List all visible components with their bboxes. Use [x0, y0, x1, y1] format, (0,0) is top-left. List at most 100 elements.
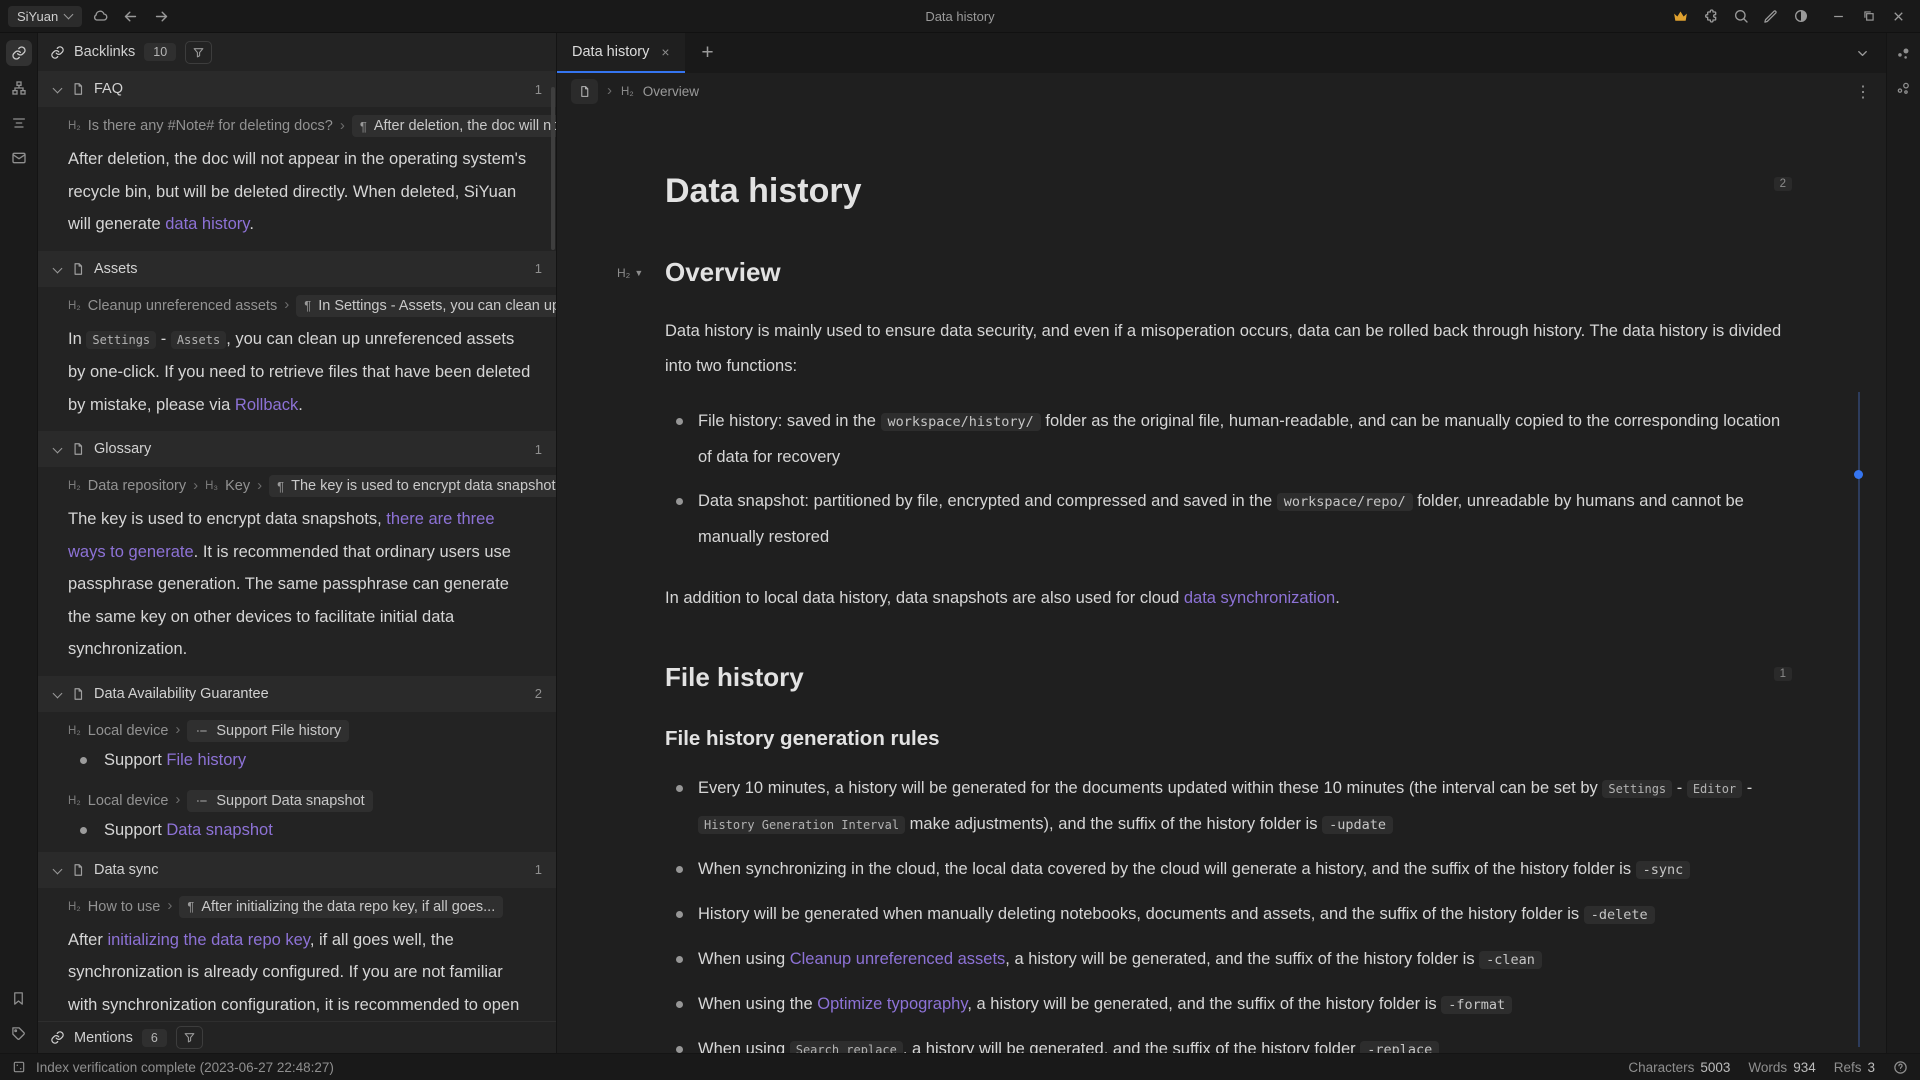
- breadcrumb-text[interactable]: Overview: [643, 84, 699, 99]
- membership-crown-icon[interactable]: [1667, 4, 1694, 28]
- ref-link[interactable]: data history: [165, 215, 249, 233]
- tab-bar: Data history × +: [557, 33, 1886, 73]
- ref-link[interactable]: Data snapshot: [166, 821, 272, 839]
- doc-paragraph[interactable]: Data history is mainly used to ensure da…: [665, 314, 1792, 384]
- doc-list-item[interactable]: When using Cleanup unreferenced assets, …: [665, 942, 1792, 978]
- breadcrumb-chip[interactable]: ¶After deletion, the doc will not appear: [352, 115, 556, 137]
- ref-link[interactable]: Optimize typography: [817, 995, 967, 1013]
- doc-paragraph[interactable]: In addition to local data history, data …: [665, 581, 1792, 616]
- breadcrumb-chip[interactable]: ¶In Settings - Assets, you can clean up …: [296, 295, 556, 317]
- new-tab-button[interactable]: +: [685, 33, 731, 73]
- outline-dock-icon[interactable]: [6, 110, 32, 136]
- ref-count-badge[interactable]: 1: [1774, 667, 1792, 681]
- ref-link[interactable]: initializing the data repo key: [107, 931, 309, 949]
- backlink-excerpt[interactable]: The key is used to encrypt data snapshot…: [38, 499, 556, 676]
- global-graph-dock-icon[interactable]: [1891, 75, 1917, 101]
- document-scroll-area[interactable]: Data history2 OverviewH₂▼ Data history is …: [557, 110, 1886, 1053]
- text-run: When using: [698, 1040, 790, 1053]
- tag-dock-icon[interactable]: [6, 1020, 32, 1046]
- collapse-triangle-icon[interactable]: ▼: [634, 268, 643, 278]
- breadcrumb-chip[interactable]: ¶The key is used to encrypt data snapsho…: [269, 475, 556, 497]
- tab-data-history[interactable]: Data history ×: [557, 33, 685, 73]
- backlink-doc-header[interactable]: Data sync1: [38, 852, 556, 888]
- backlink-excerpt-list-item[interactable]: Support Data snapshot: [38, 814, 556, 852]
- search-icon[interactable]: [1727, 4, 1754, 28]
- breadcrumb-chip[interactable]: Support File history: [187, 720, 349, 742]
- edit-mode-icon[interactable]: [1757, 4, 1784, 28]
- theme-appearance-icon[interactable]: [1787, 4, 1814, 28]
- doc-list-item[interactable]: File history: saved in the workspace/his…: [665, 404, 1792, 475]
- back-button[interactable]: [117, 4, 144, 28]
- panel-scrollbar-thumb[interactable]: [551, 87, 555, 250]
- help-icon[interactable]: [1893, 1060, 1908, 1075]
- cloud-sync-icon[interactable]: [86, 4, 113, 28]
- ref-link[interactable]: Rollback: [235, 396, 298, 414]
- ref-count-badge[interactable]: 2: [1774, 177, 1792, 191]
- status-counter-value: 3: [1867, 1060, 1875, 1075]
- ref-link[interactable]: File history: [166, 751, 246, 769]
- breadcrumb-chip[interactable]: ¶After initializing the data repo key, i…: [179, 896, 503, 918]
- breadcrumb-chip-text: Support File history: [216, 723, 341, 739]
- right-dock: [1886, 33, 1920, 1053]
- filter-button[interactable]: [185, 41, 212, 64]
- doc-title[interactable]: Data history2: [665, 172, 1792, 211]
- backlink-doc-header[interactable]: Assets1: [38, 251, 556, 287]
- backlink-excerpt[interactable]: After initializing the data repo key, if…: [38, 920, 556, 1022]
- close-button[interactable]: [1885, 4, 1912, 28]
- app-menu-button[interactable]: SiYuan: [8, 6, 82, 27]
- document-icon[interactable]: [571, 79, 598, 104]
- inbox-dock-icon[interactable]: [6, 145, 32, 171]
- backlink-breadcrumb[interactable]: H₂Is there any #Note# for deleting docs?…: [38, 107, 556, 139]
- chevron-down-icon[interactable]: [52, 865, 62, 875]
- tab-close-icon[interactable]: ×: [661, 44, 669, 60]
- bookmark-dock-icon[interactable]: [6, 985, 32, 1011]
- graph-dock-icon[interactable]: [6, 75, 32, 101]
- doc-list-item[interactable]: When using the Optimize typography, a hi…: [665, 987, 1792, 1023]
- doc-heading[interactable]: File history1: [665, 662, 1792, 693]
- backlink-doc-header[interactable]: Glossary1: [38, 431, 556, 467]
- ref-link[interactable]: Cleanup unreferenced assets: [790, 950, 1006, 968]
- text-run: History will be generated when manually …: [698, 905, 1584, 923]
- more-menu-icon[interactable]: ⋮: [1855, 82, 1872, 102]
- mentions-bar[interactable]: Mentions 6: [38, 1021, 556, 1053]
- chevron-down-icon[interactable]: [52, 444, 62, 454]
- backlink-breadcrumb[interactable]: H₂Data repository›H₃Key›¶The key is used…: [38, 467, 556, 499]
- doc-list-item[interactable]: Data snapshot: partitioned by file, encr…: [665, 484, 1792, 555]
- ref-link[interactable]: data synchronization: [1184, 589, 1335, 607]
- tab-list-chevron-icon[interactable]: [1838, 33, 1886, 73]
- status-counter-label: Refs: [1834, 1060, 1862, 1075]
- text-run: .: [249, 215, 254, 233]
- backlink-excerpt[interactable]: After deletion, the doc will not appear …: [38, 139, 556, 251]
- heading-gutter[interactable]: H₂▼: [617, 266, 643, 280]
- doc-subheading[interactable]: File history generation rules: [665, 727, 1792, 751]
- backlink-breadcrumb[interactable]: H₂How to use›¶After initializing the dat…: [38, 888, 556, 920]
- doc-list-item[interactable]: When using Search replace, a history wil…: [665, 1032, 1792, 1053]
- chevron-down-icon[interactable]: [52, 264, 62, 274]
- forward-button[interactable]: [148, 4, 175, 28]
- maximize-restore-button[interactable]: [1855, 4, 1882, 28]
- status-counter-value: 5003: [1700, 1060, 1730, 1075]
- backlink-doc-header[interactable]: FAQ1: [38, 71, 556, 107]
- chevron-down-icon[interactable]: [52, 84, 62, 94]
- backlink-doc-title: Assets: [94, 261, 138, 277]
- doc-list-item[interactable]: History will be generated when manually …: [665, 897, 1792, 933]
- doc-list-item[interactable]: When synchronizing in the cloud, the loc…: [665, 852, 1792, 888]
- backlink-doc-header[interactable]: Data Availability Guarantee2: [38, 676, 556, 712]
- backlink-breadcrumb[interactable]: H₂Local device›Support File history: [38, 712, 556, 744]
- backlink-breadcrumb[interactable]: H₂Local device›Support Data snapshot: [38, 782, 556, 814]
- mentions-filter-button[interactable]: [176, 1026, 203, 1049]
- graph-view-dock-icon[interactable]: [1891, 40, 1917, 66]
- doc-heading[interactable]: OverviewH₂▼: [665, 257, 1792, 288]
- scroll-indicator-dot[interactable]: [1854, 470, 1863, 479]
- backlinks-dock-icon[interactable]: [6, 40, 32, 66]
- breadcrumb-chip[interactable]: Support Data snapshot: [187, 790, 372, 812]
- chevron-down-icon[interactable]: [52, 689, 62, 699]
- doc-list-item[interactable]: Every 10 minutes, a history will be gene…: [665, 771, 1792, 843]
- backlinks-list[interactable]: FAQ1H₂Is there any #Note# for deleting d…: [38, 71, 556, 1021]
- paragraph-icon: ¶: [277, 479, 284, 494]
- backlink-breadcrumb[interactable]: H₂Cleanup unreferenced assets›¶In Settin…: [38, 287, 556, 319]
- plugin-marketplace-icon[interactable]: [1697, 4, 1724, 28]
- backlink-excerpt[interactable]: In Settings - Assets, you can clean up u…: [38, 319, 556, 432]
- minimize-button[interactable]: [1825, 4, 1852, 28]
- backlink-excerpt-list-item[interactable]: Support File history: [38, 744, 556, 782]
